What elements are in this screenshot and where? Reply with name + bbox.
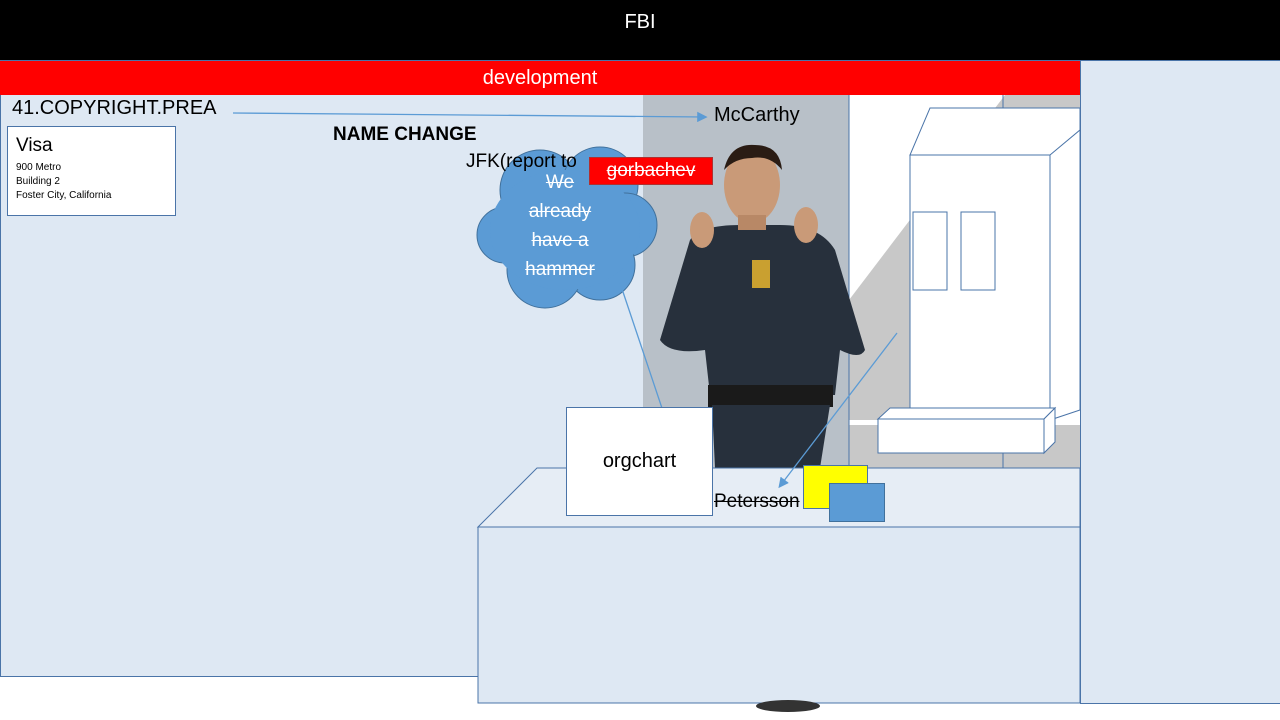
- cabinet-window: [960, 211, 996, 291]
- step: [877, 418, 1045, 454]
- cabinet-window: [912, 211, 948, 291]
- copyright-label: 41.COPYRIGHT.PREA: [12, 97, 217, 119]
- visa-address-line: 900 Metro: [16, 162, 62, 173]
- visa-title: Visa: [16, 135, 53, 156]
- visa-address-line: Building 2: [16, 176, 60, 187]
- blue-square: [829, 483, 885, 522]
- desk-front: [477, 526, 1081, 704]
- visa-card: Visa 900 Metro Building 2 Foster City, C…: [7, 126, 176, 216]
- gorbachev-label: gorbachev: [589, 157, 713, 185]
- arrow-to-mccarthy: [232, 111, 708, 123]
- mccarthy-label: McCarthy: [714, 104, 800, 126]
- cloud-line: hammer: [525, 259, 595, 280]
- cloud-line: have a: [531, 230, 589, 251]
- cloud-text: We already have a hammer: [505, 168, 615, 284]
- visa-address-line: Foster City, California: [16, 190, 112, 201]
- cloud-line: already: [528, 201, 592, 222]
- cabinet-top: [909, 107, 1081, 156]
- orgchart-box: orgchart: [566, 407, 713, 516]
- petersson-label: Petersson: [714, 491, 800, 512]
- name-change-heading: NAME CHANGE: [333, 124, 477, 145]
